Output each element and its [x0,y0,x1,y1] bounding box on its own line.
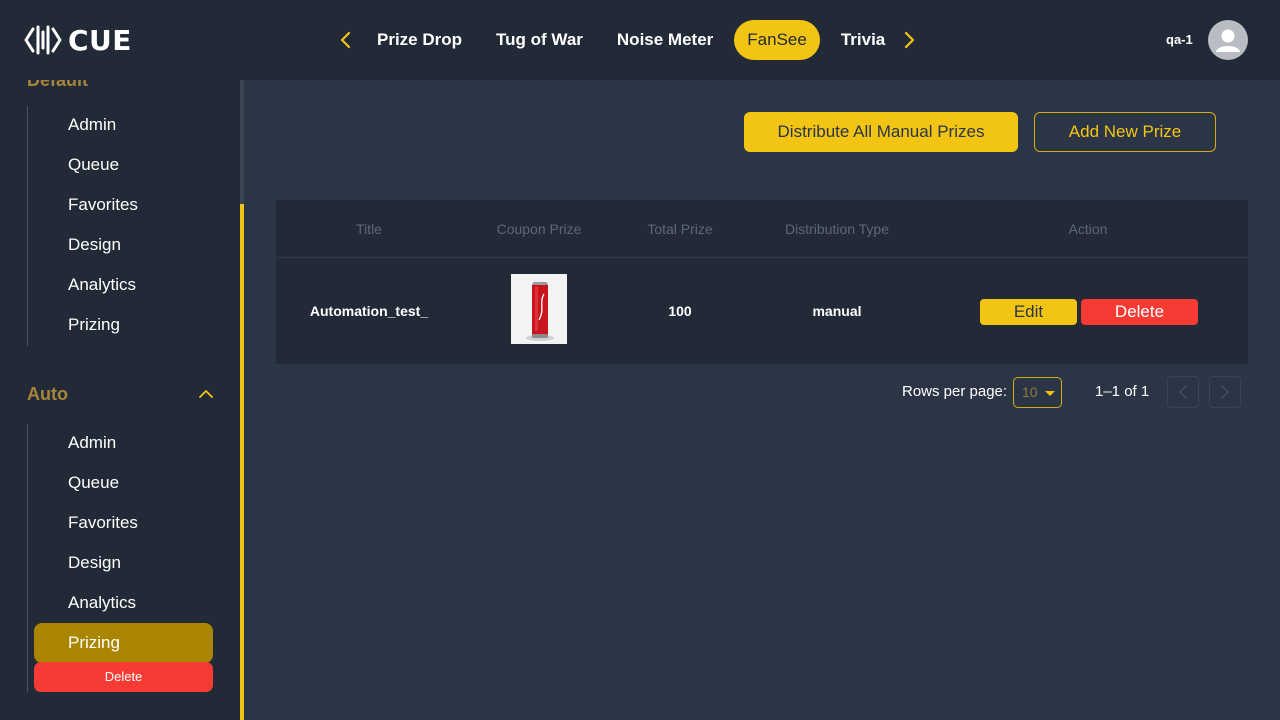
caret-down-icon [1045,391,1055,396]
edit-button[interactable]: Edit [980,299,1077,325]
rows-per-page-select[interactable]: 10 [1013,377,1062,408]
tab-prize-drop[interactable]: Prize Drop [364,20,475,60]
user-avatar-icon [1216,29,1240,52]
rows-per-page-value: 10 [1022,384,1038,400]
sidebar: Default Admin Queue Favorites Design Ana… [0,80,244,720]
sidebar-section-default[interactable]: Default [27,80,88,91]
sidebar-item-analytics[interactable]: Analytics [68,583,136,623]
sidebar-item-admin[interactable]: Admin [68,423,116,463]
sidebar-delete-button[interactable]: Delete [34,662,213,692]
sidebar-scrollbar-thumb[interactable] [240,204,244,720]
sidebar-item-prizing-active[interactable]: Prizing [34,623,213,663]
sidebar-group-line [27,106,28,346]
sidebar-item-favorites[interactable]: Favorites [68,503,138,543]
column-header-action: Action [1068,221,1108,237]
distribute-all-manual-prizes-button[interactable]: Distribute All Manual Prizes [744,112,1018,152]
tabs-next-button[interactable] [897,28,921,52]
rows-per-page-label: Rows per page: [902,383,1008,400]
chevron-left-icon [1179,385,1187,399]
sidebar-item-design[interactable]: Design [68,225,121,265]
column-header-coupon-prize: Coupon Prize [496,221,582,237]
row-total-prize: 100 [668,303,692,319]
logo-text: CUE [68,23,132,57]
column-header-total-prize: Total Prize [647,221,713,237]
sidebar-item-admin[interactable]: Admin [68,105,116,145]
previous-page-button[interactable] [1167,376,1199,408]
sidebar-item-prizing[interactable]: Prizing [68,305,120,345]
chevron-right-icon [1221,385,1229,399]
delete-button[interactable]: Delete [1081,299,1198,325]
chevron-right-icon [904,31,915,49]
cue-logo-icon [24,25,62,55]
sidebar-item-queue[interactable]: Queue [68,463,119,503]
row-distribution-type: manual [812,303,862,319]
cue-logo[interactable]: CUE [24,22,132,58]
column-header-title: Title [356,221,382,237]
sidebar-section-auto[interactable]: Auto [27,384,68,405]
chevron-up-icon[interactable] [198,386,214,402]
next-page-button[interactable] [1209,376,1241,408]
tab-noise-meter[interactable]: Noise Meter [604,20,726,60]
sidebar-item-favorites[interactable]: Favorites [68,185,138,225]
top-header: CUE Prize Drop Tug of War Noise Meter FanSe… [0,0,1280,80]
row-title: Automation_test_ [309,303,429,319]
pagination-range: 1–1 of 1 [1095,383,1150,400]
sidebar-group-line [27,424,28,692]
tab-tug-of-war[interactable]: Tug of War [483,20,596,60]
tab-trivia[interactable]: Trivia [828,20,886,60]
coupon-prize-image [511,274,567,344]
tab-fansee[interactable]: FanSee [734,20,820,60]
prizes-table: Title Coupon Prize Total Prize Distribut… [276,200,1248,364]
column-header-distribution-type: Distribution Type [784,221,889,237]
coca-cola-can-image [511,274,567,344]
sidebar-item-queue[interactable]: Queue [68,145,119,185]
game-tabs: Prize Drop Tug of War Noise Meter FanSee Tri… [364,20,886,60]
tabs-prev-button[interactable] [334,28,358,52]
sidebar-item-analytics[interactable]: Analytics [68,265,136,305]
avatar[interactable] [1208,20,1248,60]
username: qa-1 [1166,32,1193,47]
add-new-prize-button[interactable]: Add New Prize [1034,112,1216,152]
chevron-left-icon [340,31,351,49]
sidebar-item-design[interactable]: Design [68,543,121,583]
